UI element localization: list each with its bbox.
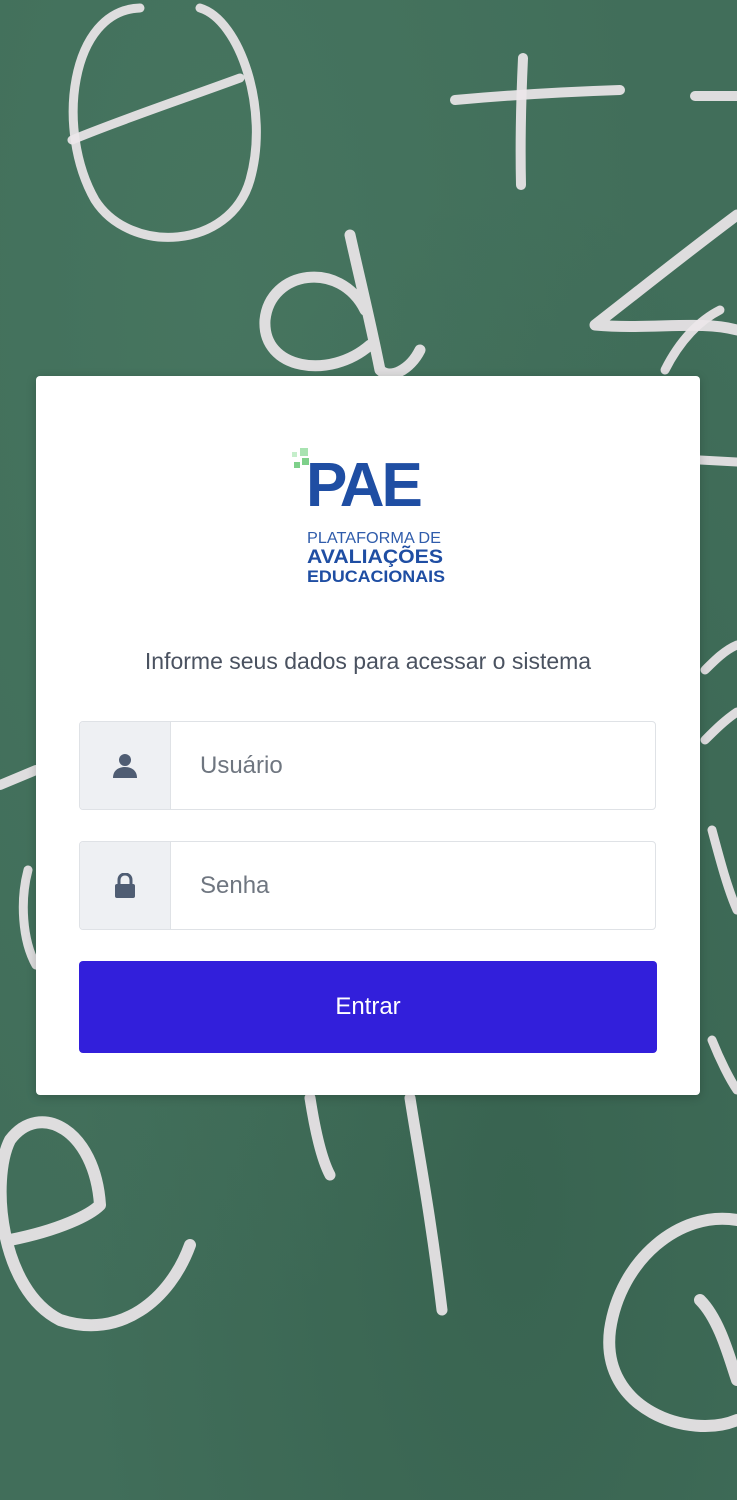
- username-field[interactable]: [79, 721, 656, 810]
- logo-subtitle-line2: AVALIAÇÕES: [307, 546, 443, 568]
- login-prompt: Informe seus dados para acessar o sistem…: [144, 648, 592, 674]
- pae-logo: PAE PLATAFORMA DE AVALIAÇÕES EDUCACIONAI…: [292, 448, 445, 586]
- username-input[interactable]: [171, 722, 655, 809]
- login-button[interactable]: Entrar: [79, 961, 657, 1053]
- logo-subtitle-line3: EDUCACIONAIS: [307, 567, 445, 586]
- logo-subtitle-line1: PLATAFORMA DE: [307, 530, 441, 547]
- password-input[interactable]: [171, 842, 655, 929]
- user-icon: [80, 722, 171, 809]
- logo-pae-text: PAE: [306, 451, 421, 520]
- password-field[interactable]: [79, 841, 656, 930]
- lock-icon: [80, 842, 171, 929]
